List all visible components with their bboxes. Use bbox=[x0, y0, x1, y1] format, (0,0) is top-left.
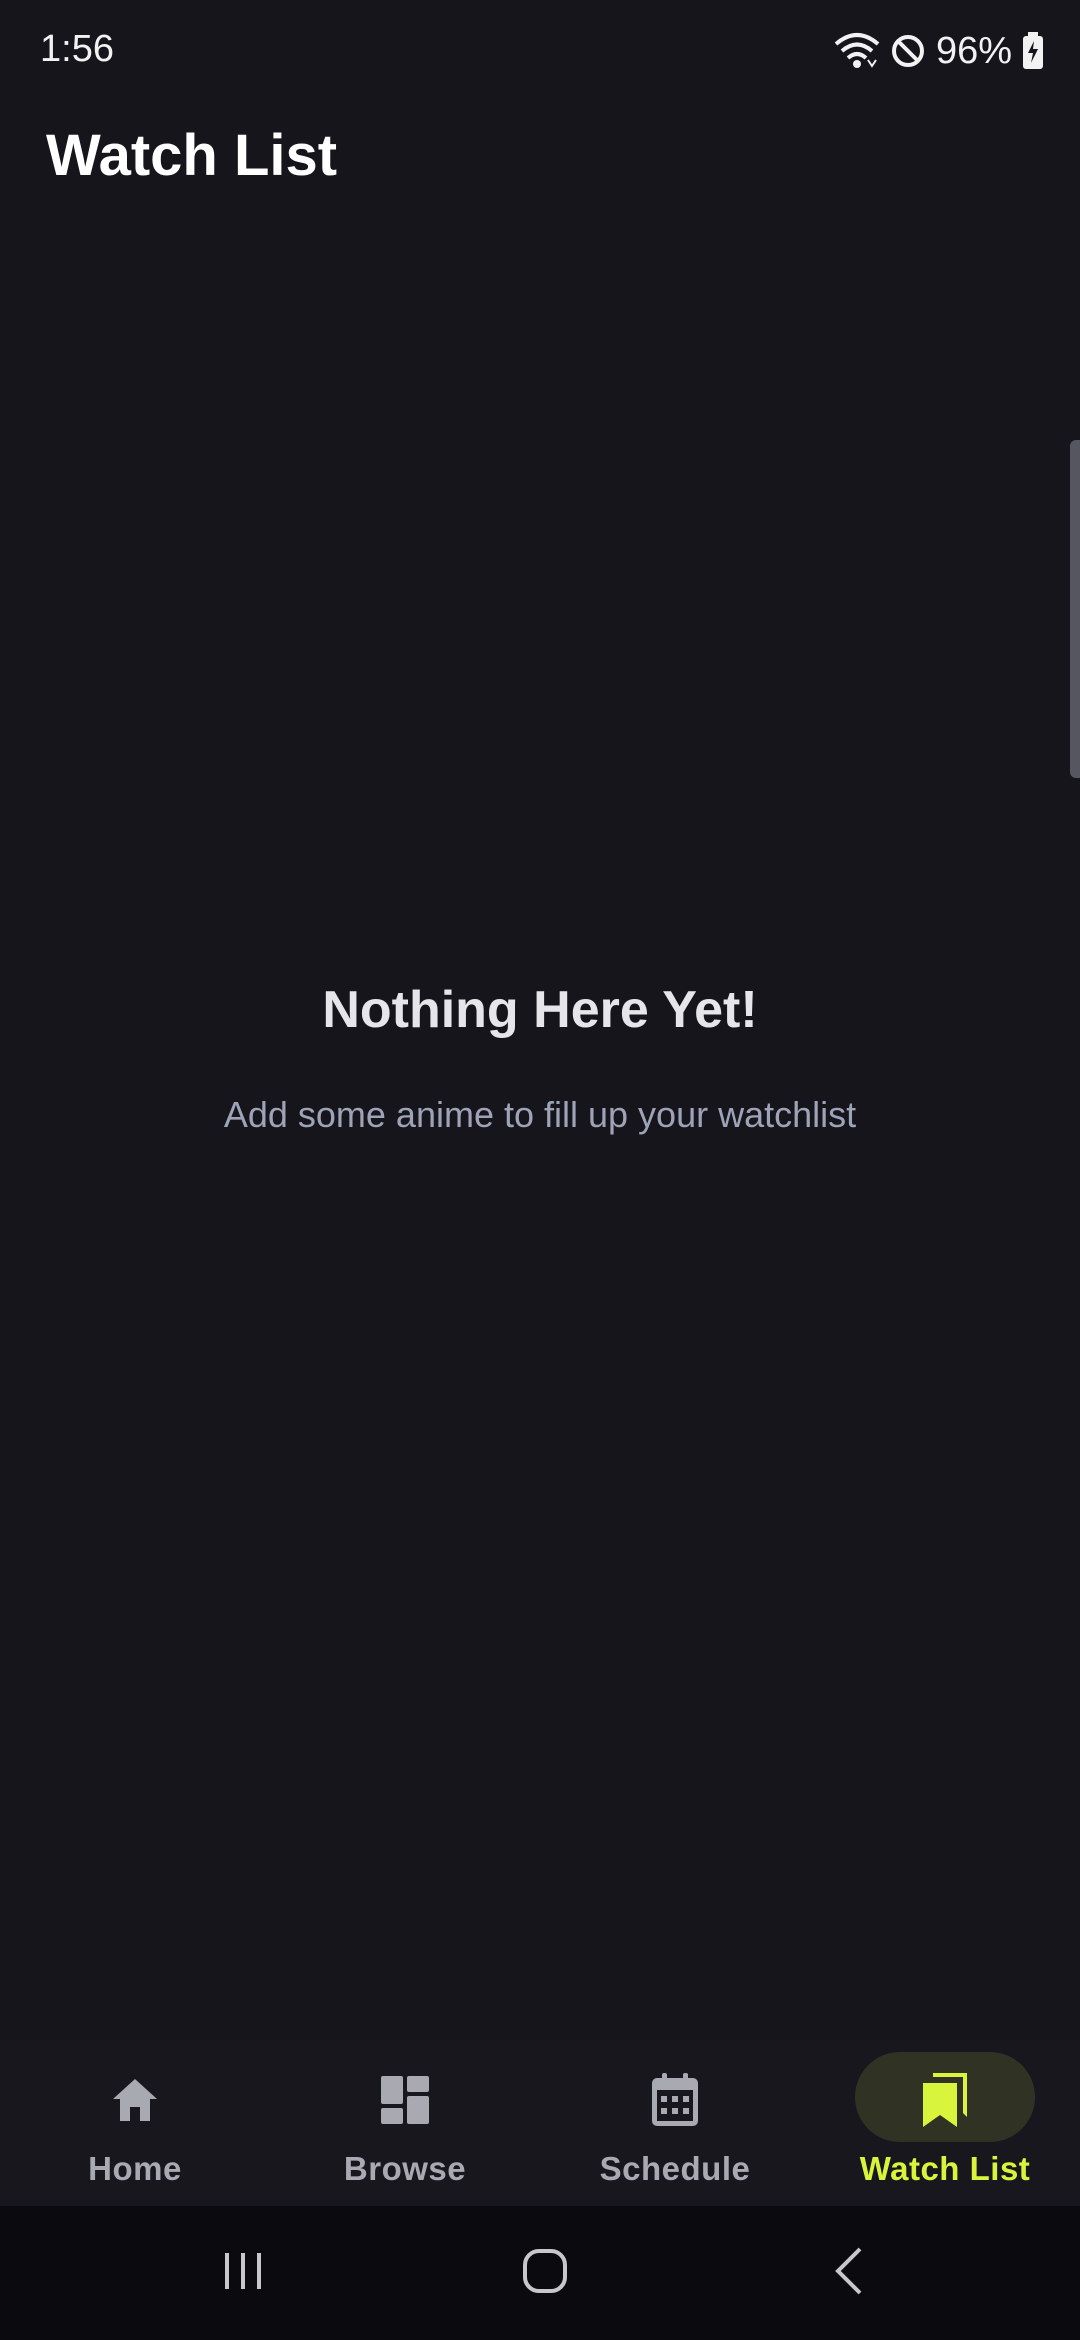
nav-label-browse: Browse bbox=[343, 2150, 467, 2187]
battery-percentage: 96% bbox=[935, 29, 1012, 72]
nav-item-home[interactable]: Home bbox=[0, 2040, 270, 2206]
wifi-icon bbox=[834, 32, 880, 70]
calendar-icon bbox=[645, 2070, 705, 2130]
back-icon bbox=[830, 2245, 866, 2302]
recent-apps-button[interactable] bbox=[203, 2240, 283, 2306]
home-icon bbox=[105, 2070, 165, 2130]
status-icons: 96% bbox=[834, 28, 1044, 74]
nav-label-schedule: Schedule bbox=[599, 2150, 751, 2187]
bookmarks-icon bbox=[915, 2070, 975, 2130]
status-time: 1:56 bbox=[40, 28, 114, 70]
back-button[interactable] bbox=[808, 2240, 888, 2306]
empty-state: Nothing Here Yet! Add some anime to fill… bbox=[0, 980, 1080, 1136]
home-circle-icon bbox=[521, 2247, 569, 2300]
page-title: Watch List bbox=[46, 123, 338, 188]
nav-item-watch-list[interactable]: Watch List bbox=[810, 2040, 1080, 2206]
system-home-button[interactable] bbox=[505, 2240, 585, 2306]
nav-label-watch-list: Watch List bbox=[859, 2150, 1031, 2187]
system-navigation-bar bbox=[0, 2206, 1080, 2340]
nav-item-browse[interactable]: Browse bbox=[270, 2040, 540, 2206]
recent-apps-icon bbox=[219, 2249, 267, 2298]
nav-item-schedule[interactable]: Schedule bbox=[540, 2040, 810, 2206]
empty-state-subtitle: Add some anime to fill up your watchlist bbox=[223, 1094, 857, 1135]
status-bar: 1:56 96% bbox=[0, 0, 1080, 100]
nav-label-home: Home bbox=[88, 2150, 182, 2187]
bottom-navigation: Home Browse Schedule Watch List bbox=[0, 2040, 1080, 2206]
dashboard-icon bbox=[375, 2070, 435, 2130]
battery-charging-icon bbox=[1022, 32, 1044, 70]
scroll-indicator[interactable] bbox=[1070, 440, 1080, 778]
empty-state-title: Nothing Here Yet! bbox=[322, 981, 758, 1039]
do-not-disturb-icon bbox=[890, 33, 926, 69]
